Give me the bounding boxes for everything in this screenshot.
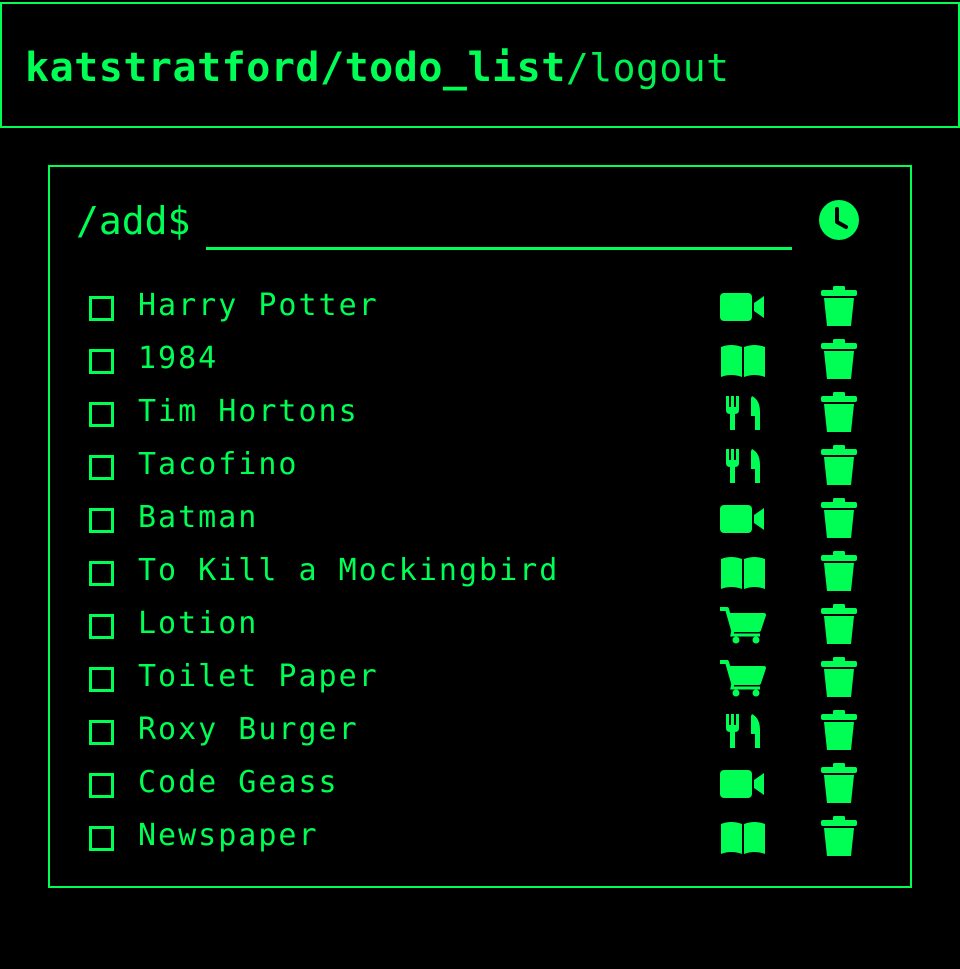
trash-icon[interactable]	[820, 285, 858, 327]
todo-text: Newspaper	[138, 818, 319, 853]
todo-item: Newspaper	[50, 814, 910, 867]
todo-item: Code Geass	[50, 761, 910, 814]
shopping-cart-icon[interactable]	[718, 659, 768, 697]
todo-item: Tim Hortons	[50, 390, 910, 443]
todo-text: Tim Hortons	[138, 394, 359, 429]
todo-item: Batman	[50, 496, 910, 549]
todo-text: Harry Potter	[138, 288, 379, 323]
todo-checkbox[interactable]	[89, 402, 114, 427]
todo-checkbox[interactable]	[89, 826, 114, 851]
video-camera-icon[interactable]	[718, 500, 768, 538]
todo-item: Lotion	[50, 602, 910, 655]
header-title: katstratford/todo_list/logout	[25, 40, 729, 96]
add-prompt: /add$	[76, 199, 191, 243]
add-row: /add$	[76, 193, 866, 250]
todo-panel: /add$ Harry Potter 1984 Tim Hortons Tacofin…	[48, 165, 912, 888]
trash-icon[interactable]	[820, 497, 858, 539]
todo-text: Lotion	[138, 606, 259, 641]
todo-checkbox[interactable]	[89, 614, 114, 639]
todo-text: Roxy Burger	[138, 712, 359, 747]
trash-icon[interactable]	[820, 815, 858, 857]
todo-checkbox[interactable]	[89, 455, 114, 480]
todo-text: 1984	[138, 341, 219, 376]
book-icon[interactable]	[718, 341, 768, 379]
utensils-icon[interactable]	[718, 447, 768, 485]
add-todo-input[interactable]	[206, 197, 792, 250]
todo-text: Tacofino	[138, 447, 299, 482]
todo-text: Code Geass	[138, 765, 339, 800]
clock-icon[interactable]	[818, 199, 860, 241]
book-icon[interactable]	[718, 553, 768, 591]
video-camera-icon[interactable]	[718, 765, 768, 803]
todo-item: 1984	[50, 337, 910, 390]
app-header: katstratford/todo_list/logout	[0, 2, 960, 128]
trash-icon[interactable]	[820, 444, 858, 486]
trash-icon[interactable]	[820, 603, 858, 645]
trash-icon[interactable]	[820, 762, 858, 804]
todo-checkbox[interactable]	[89, 349, 114, 374]
trash-icon[interactable]	[820, 391, 858, 433]
todo-text: Batman	[138, 500, 259, 535]
todo-list: Harry Potter 1984 Tim Hortons Tacofino Batma…	[50, 284, 910, 867]
utensils-icon[interactable]	[718, 712, 768, 750]
logout-link[interactable]: /logout	[566, 46, 730, 90]
todo-item: Tacofino	[50, 443, 910, 496]
todo-item: Harry Potter	[50, 284, 910, 337]
book-icon[interactable]	[718, 818, 768, 856]
todo-item: To Kill a Mockingbird	[50, 549, 910, 602]
todo-checkbox[interactable]	[89, 508, 114, 533]
trash-icon[interactable]	[820, 709, 858, 751]
video-camera-icon[interactable]	[718, 288, 768, 326]
todo-checkbox[interactable]	[89, 667, 114, 692]
todo-text: To Kill a Mockingbird	[138, 553, 560, 588]
todo-item: Toilet Paper	[50, 655, 910, 708]
todo-checkbox[interactable]	[89, 773, 114, 798]
todo-checkbox[interactable]	[89, 561, 114, 586]
todo-checkbox[interactable]	[89, 720, 114, 745]
todo-item: Roxy Burger	[50, 708, 910, 761]
brand-link[interactable]: katstratford/todo_list	[25, 45, 566, 91]
trash-icon[interactable]	[820, 550, 858, 592]
shopping-cart-icon[interactable]	[718, 606, 768, 644]
utensils-icon[interactable]	[718, 394, 768, 432]
trash-icon[interactable]	[820, 338, 858, 380]
todo-text: Toilet Paper	[138, 659, 379, 694]
trash-icon[interactable]	[820, 656, 858, 698]
todo-checkbox[interactable]	[89, 296, 114, 321]
